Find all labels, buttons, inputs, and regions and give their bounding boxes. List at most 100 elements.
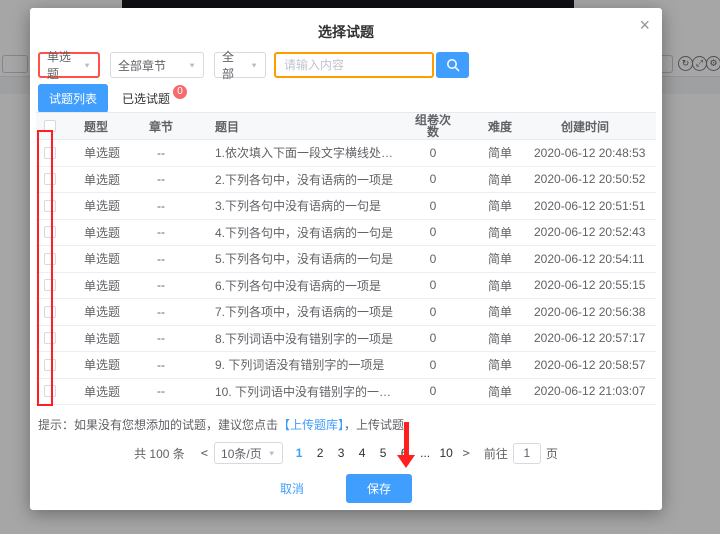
scope-select[interactable]: 全部 ▼ xyxy=(214,52,266,78)
chevron-down-icon: ▼ xyxy=(182,61,196,69)
chevron-down-icon: ▼ xyxy=(244,61,258,69)
select-question-modal: 选择试题 × 单选题 ▼ 全部章节 ▼ 全部 ▼ 试题列表 已选试题 0 xyxy=(30,8,662,510)
question-table: 题型 章节 题目 组卷次数 难度 创建时间 单选题 -- 1.依次填入下面一段文… xyxy=(36,112,656,405)
cell-created-time: 2020-06-12 20:48:53 xyxy=(534,146,656,160)
cell-paper-count: 0 xyxy=(400,278,466,292)
page-size-select[interactable]: 10条/页 ▼ xyxy=(214,442,283,464)
table-row: 单选题 -- 5.下列各句中，没有语病的一句是 0 简单 2020-06-12 … xyxy=(36,246,656,273)
hint-text: 提示：如果没有您想添加的试题，建议您点击【上传题库】，上传试题 xyxy=(38,416,404,433)
cell-question-type: 单选题 xyxy=(64,197,140,214)
table-row: 单选题 -- 1.依次填入下面一段文字横线处的语句，衔接最... 0 简单 20… xyxy=(36,140,656,167)
tab-selected-questions[interactable]: 已选试题 xyxy=(122,90,170,107)
next-page-button[interactable]: > xyxy=(463,446,470,460)
modal-title: 选择试题 xyxy=(30,22,662,42)
page-button-10[interactable]: 10 xyxy=(438,446,455,460)
cell-created-time: 2020-06-12 20:56:38 xyxy=(534,305,656,319)
cell-created-time: 2020-06-12 21:03:07 xyxy=(534,384,656,398)
cell-question-title: 3.下列各句中没有语病的一句是 xyxy=(182,197,400,214)
cell-chapter: -- xyxy=(140,331,182,345)
cell-paper-count: 0 xyxy=(400,172,466,186)
pagination: 共 100 条 < 10条/页 ▼ 1 2 3 4 5 6 ... 10 > 前… xyxy=(30,442,662,464)
table-row: 单选题 -- 6.下列各句中没有语病的一项是 0 简单 2020-06-12 2… xyxy=(36,273,656,300)
table-row: 单选题 -- 4.下列各句中，没有语病的一句是 0 简单 2020-06-12 … xyxy=(36,220,656,247)
page-button-5[interactable]: 5 xyxy=(375,446,392,460)
goto-suffix: 页 xyxy=(546,445,558,462)
cell-question-type: 单选题 xyxy=(64,144,140,161)
header-question-type: 题型 xyxy=(64,118,140,135)
header-paper-count: 组卷次数 xyxy=(400,114,466,138)
cancel-button[interactable]: 取消 xyxy=(280,480,304,497)
cell-question-type: 单选题 xyxy=(64,224,140,241)
tabs: 试题列表 已选试题 0 xyxy=(38,84,187,113)
cell-question-type: 单选题 xyxy=(64,277,140,294)
cell-paper-count: 0 xyxy=(400,199,466,213)
header-created-time: 创建时间 xyxy=(534,118,656,135)
cell-paper-count: 0 xyxy=(400,225,466,239)
search-input[interactable] xyxy=(274,52,434,78)
cell-difficulty: 简单 xyxy=(466,250,534,267)
cell-question-title: 6.下列各句中没有语病的一项是 xyxy=(182,277,400,294)
hint-prefix: 提示：如果没有您想添加的试题，建议您点击 xyxy=(38,418,278,432)
table-row: 单选题 -- 3.下列各句中没有语病的一句是 0 简单 2020-06-12 2… xyxy=(36,193,656,220)
page-button-1[interactable]: 1 xyxy=(291,446,308,460)
table-row: 单选题 -- 8.下列词语中没有错别字的一项是 0 简单 2020-06-12 … xyxy=(36,326,656,353)
cell-question-title: 5.下列各句中，没有语病的一句是 xyxy=(182,250,400,267)
cell-question-type: 单选题 xyxy=(64,383,140,400)
page-button-4[interactable]: 4 xyxy=(354,446,371,460)
modal-footer: 取消 保存 xyxy=(30,474,662,503)
tab-question-list[interactable]: 试题列表 xyxy=(38,84,108,113)
cell-difficulty: 简单 xyxy=(466,171,534,188)
cell-question-title: 7.下列各项中，没有语病的一项是 xyxy=(182,303,400,320)
table-row: 单选题 -- 7.下列各项中，没有语病的一项是 0 简单 2020-06-12 … xyxy=(36,299,656,326)
cell-difficulty: 简单 xyxy=(466,356,534,373)
cell-chapter: -- xyxy=(140,384,182,398)
cell-created-time: 2020-06-12 20:58:57 xyxy=(534,358,656,372)
page-button-2[interactable]: 2 xyxy=(312,446,329,460)
cell-difficulty: 简单 xyxy=(466,383,534,400)
cell-paper-count: 0 xyxy=(400,358,466,372)
cell-question-title: 9. 下列词语没有错别字的一项是 xyxy=(182,356,400,373)
cell-question-type: 单选题 xyxy=(64,250,140,267)
search-icon xyxy=(446,58,460,72)
cell-difficulty: 简单 xyxy=(466,224,534,241)
cell-chapter: -- xyxy=(140,305,182,319)
more-pages-icon[interactable]: ... xyxy=(417,446,434,460)
cell-created-time: 2020-06-12 20:57:17 xyxy=(534,331,656,345)
cell-paper-count: 0 xyxy=(400,146,466,160)
annotation-arrow-shaft xyxy=(404,422,409,456)
cell-paper-count: 0 xyxy=(400,331,466,345)
save-button[interactable]: 保存 xyxy=(346,474,412,503)
close-icon[interactable]: × xyxy=(639,16,650,34)
cell-difficulty: 简单 xyxy=(466,303,534,320)
page-size-value: 10条/页 xyxy=(221,445,262,462)
cell-created-time: 2020-06-12 20:55:15 xyxy=(534,278,656,292)
cell-created-time: 2020-06-12 20:50:52 xyxy=(534,172,656,186)
table-row: 单选题 -- 10. 下列词语中没有错别字的一项是 0 简单 2020-06-1… xyxy=(36,379,656,406)
cell-question-title: 10. 下列词语中没有错别字的一项是 xyxy=(182,383,400,400)
cell-question-type: 单选题 xyxy=(64,330,140,347)
hint-suffix: ，上传试题 xyxy=(344,418,404,432)
cell-question-title: 1.依次填入下面一段文字横线处的语句，衔接最... xyxy=(182,144,400,161)
search-button[interactable] xyxy=(436,52,469,78)
upload-bank-link[interactable]: 【上传题库】 xyxy=(278,418,344,432)
annotation-checkbox-highlight xyxy=(37,130,53,406)
cell-chapter: -- xyxy=(140,252,182,266)
cell-chapter: -- xyxy=(140,225,182,239)
cell-paper-count: 0 xyxy=(400,384,466,398)
question-type-select[interactable]: 单选题 ▼ xyxy=(38,52,100,78)
page-button-3[interactable]: 3 xyxy=(333,446,350,460)
cell-question-title: 8.下列词语中没有错别字的一项是 xyxy=(182,330,400,347)
goto-page-input[interactable] xyxy=(513,443,541,464)
prev-page-button[interactable]: < xyxy=(201,446,208,460)
goto-label: 前往 xyxy=(484,445,508,462)
header-chapter: 章节 xyxy=(140,118,182,135)
chapter-select[interactable]: 全部章节 ▼ xyxy=(110,52,204,78)
chevron-down-icon: ▼ xyxy=(268,449,276,457)
header-paper-count-label: 组卷次数 xyxy=(413,114,453,138)
selected-count-badge: 0 xyxy=(173,85,187,99)
cell-chapter: -- xyxy=(140,199,182,213)
cell-chapter: -- xyxy=(140,172,182,186)
cell-created-time: 2020-06-12 20:51:51 xyxy=(534,199,656,213)
question-type-value: 单选题 xyxy=(47,48,77,82)
header-difficulty: 难度 xyxy=(466,118,534,135)
